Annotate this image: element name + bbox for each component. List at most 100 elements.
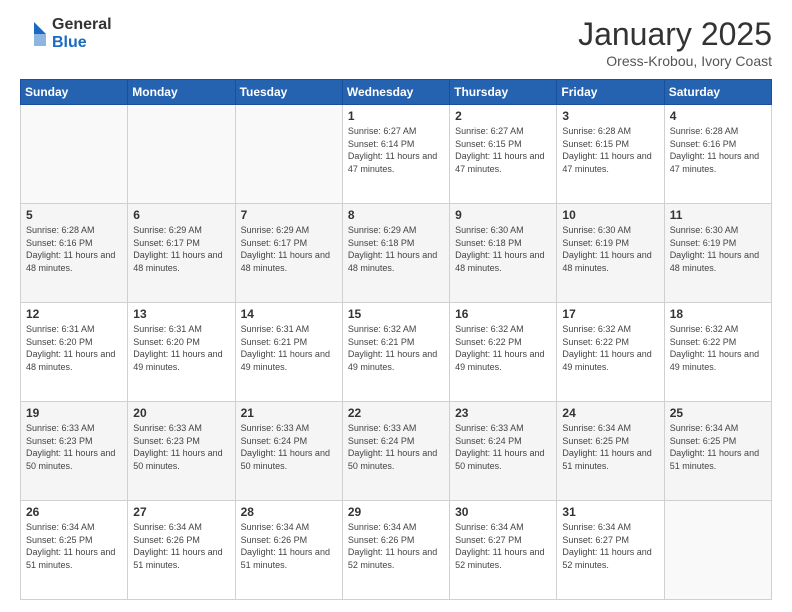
week-row-3: 12Sunrise: 6:31 AM Sunset: 6:20 PM Dayli… [21, 303, 772, 402]
calendar-cell: 13 Sunrise: 6:31 AM Sunset: 6:20 PM Dayli… [128, 303, 235, 402]
calendar-cell: 12Sunrise: 6:31 AM Sunset: 6:20 PM Dayli… [21, 303, 128, 402]
header-friday: Friday [557, 80, 664, 105]
calendar-cell: 11 Sunrise: 6:30 AM Sunset: 6:19 PM Dayli… [664, 204, 771, 303]
day-number: 15 [348, 307, 444, 321]
title-block: January 2025 Oress-Krobou, Ivory Coast [578, 16, 772, 69]
day-number: 17 [562, 307, 658, 321]
day-info: Sunrise: 6:34 AM Sunset: 6:26 PM Dayligh… [133, 521, 229, 571]
day-info: Sunrise: 6:27 AM Sunset: 6:14 PM Dayligh… [348, 125, 444, 175]
week-row-5: 26 Sunrise: 6:34 AM Sunset: 6:25 PM Dayli… [21, 501, 772, 600]
day-number: 25 [670, 406, 766, 420]
day-number: 8 [348, 208, 444, 222]
header-saturday: Saturday [664, 80, 771, 105]
calendar-cell [235, 105, 342, 204]
day-info: Sunrise: 6:29 AM Sunset: 6:17 PM Dayligh… [133, 224, 229, 274]
page: General Blue January 2025 Oress-Krobou, … [0, 0, 792, 612]
day-number: 30 [455, 505, 551, 519]
day-number: 23 [455, 406, 551, 420]
day-number: 20 [133, 406, 229, 420]
calendar-cell: 30 Sunrise: 6:34 AM Sunset: 6:27 PM Dayli… [450, 501, 557, 600]
day-info: Sunrise: 6:32 AM Sunset: 6:22 PM Dayligh… [562, 323, 658, 373]
calendar-cell: 1Sunrise: 6:27 AM Sunset: 6:14 PM Daylig… [342, 105, 449, 204]
day-info: Sunrise: 6:34 AM Sunset: 6:25 PM Dayligh… [670, 422, 766, 472]
calendar-cell: 24 Sunrise: 6:34 AM Sunset: 6:25 PM Dayli… [557, 402, 664, 501]
day-number: 29 [348, 505, 444, 519]
week-row-4: 19 Sunrise: 6:33 AM Sunset: 6:23 PM Dayli… [21, 402, 772, 501]
days-header-row: Sunday Monday Tuesday Wednesday Thursday… [21, 80, 772, 105]
calendar-cell: 31 Sunrise: 6:34 AM Sunset: 6:27 PM Dayli… [557, 501, 664, 600]
day-info: Sunrise: 6:33 AM Sunset: 6:23 PM Dayligh… [26, 422, 122, 472]
logo: General Blue [20, 16, 112, 51]
header: General Blue January 2025 Oress-Krobou, … [20, 16, 772, 69]
calendar-cell: 18 Sunrise: 6:32 AM Sunset: 6:22 PM Dayli… [664, 303, 771, 402]
day-info: Sunrise: 6:34 AM Sunset: 6:25 PM Dayligh… [562, 422, 658, 472]
day-number: 27 [133, 505, 229, 519]
day-info: Sunrise: 6:34 AM Sunset: 6:26 PM Dayligh… [241, 521, 337, 571]
day-number: 7 [241, 208, 337, 222]
calendar-cell: 22 Sunrise: 6:33 AM Sunset: 6:24 PM Dayli… [342, 402, 449, 501]
day-number: 3 [562, 109, 658, 123]
calendar-cell: 3 Sunrise: 6:28 AM Sunset: 6:15 PM Daylig… [557, 105, 664, 204]
header-wednesday: Wednesday [342, 80, 449, 105]
day-number: 10 [562, 208, 658, 222]
day-info: Sunrise: 6:32 AM Sunset: 6:22 PM Dayligh… [670, 323, 766, 373]
day-info: Sunrise: 6:32 AM Sunset: 6:21 PM Dayligh… [348, 323, 444, 373]
day-info: Sunrise: 6:34 AM Sunset: 6:27 PM Dayligh… [455, 521, 551, 571]
logo-blue-label: Blue [52, 34, 112, 52]
day-info: Sunrise: 6:31 AM Sunset: 6:20 PM Dayligh… [26, 323, 122, 373]
calendar-cell: 9 Sunrise: 6:30 AM Sunset: 6:18 PM Daylig… [450, 204, 557, 303]
header-sunday: Sunday [21, 80, 128, 105]
day-info: Sunrise: 6:31 AM Sunset: 6:21 PM Dayligh… [241, 323, 337, 373]
day-info: Sunrise: 6:30 AM Sunset: 6:19 PM Dayligh… [670, 224, 766, 274]
calendar-cell: 21 Sunrise: 6:33 AM Sunset: 6:24 PM Dayli… [235, 402, 342, 501]
calendar-cell [128, 105, 235, 204]
day-number: 19 [26, 406, 122, 420]
day-number: 2 [455, 109, 551, 123]
day-number: 26 [26, 505, 122, 519]
day-info: Sunrise: 6:28 AM Sunset: 6:16 PM Dayligh… [670, 125, 766, 175]
day-info: Sunrise: 6:33 AM Sunset: 6:24 PM Dayligh… [348, 422, 444, 472]
day-number: 28 [241, 505, 337, 519]
day-number: 31 [562, 505, 658, 519]
header-tuesday: Tuesday [235, 80, 342, 105]
week-row-2: 5 Sunrise: 6:28 AM Sunset: 6:16 PM Daylig… [21, 204, 772, 303]
calendar-cell: 26 Sunrise: 6:34 AM Sunset: 6:25 PM Dayli… [21, 501, 128, 600]
calendar-cell: 7Sunrise: 6:29 AM Sunset: 6:17 PM Daylig… [235, 204, 342, 303]
calendar-cell: 8Sunrise: 6:29 AM Sunset: 6:18 PM Daylig… [342, 204, 449, 303]
day-info: Sunrise: 6:30 AM Sunset: 6:19 PM Dayligh… [562, 224, 658, 274]
header-thursday: Thursday [450, 80, 557, 105]
day-number: 22 [348, 406, 444, 420]
calendar-cell: 19 Sunrise: 6:33 AM Sunset: 6:23 PM Dayli… [21, 402, 128, 501]
day-info: Sunrise: 6:30 AM Sunset: 6:18 PM Dayligh… [455, 224, 551, 274]
day-number: 9 [455, 208, 551, 222]
day-info: Sunrise: 6:28 AM Sunset: 6:16 PM Dayligh… [26, 224, 122, 274]
day-info: Sunrise: 6:33 AM Sunset: 6:24 PM Dayligh… [241, 422, 337, 472]
calendar-cell: 14Sunrise: 6:31 AM Sunset: 6:21 PM Dayli… [235, 303, 342, 402]
day-number: 24 [562, 406, 658, 420]
day-info: Sunrise: 6:34 AM Sunset: 6:27 PM Dayligh… [562, 521, 658, 571]
week-row-1: 1Sunrise: 6:27 AM Sunset: 6:14 PM Daylig… [21, 105, 772, 204]
day-number: 11 [670, 208, 766, 222]
day-number: 4 [670, 109, 766, 123]
calendar-cell: 27 Sunrise: 6:34 AM Sunset: 6:26 PM Dayli… [128, 501, 235, 600]
logo-text: General Blue [52, 16, 112, 51]
day-number: 16 [455, 307, 551, 321]
calendar-cell: 6 Sunrise: 6:29 AM Sunset: 6:17 PM Daylig… [128, 204, 235, 303]
calendar-cell: 16Sunrise: 6:32 AM Sunset: 6:22 PM Dayli… [450, 303, 557, 402]
generalblue-logo-icon [20, 20, 48, 48]
day-info: Sunrise: 6:28 AM Sunset: 6:15 PM Dayligh… [562, 125, 658, 175]
calendar-cell: 17 Sunrise: 6:32 AM Sunset: 6:22 PM Dayli… [557, 303, 664, 402]
day-number: 6 [133, 208, 229, 222]
day-number: 13 [133, 307, 229, 321]
day-info: Sunrise: 6:34 AM Sunset: 6:25 PM Dayligh… [26, 521, 122, 571]
calendar-cell: 4 Sunrise: 6:28 AM Sunset: 6:16 PM Daylig… [664, 105, 771, 204]
day-info: Sunrise: 6:31 AM Sunset: 6:20 PM Dayligh… [133, 323, 229, 373]
day-number: 21 [241, 406, 337, 420]
calendar-cell: 29 Sunrise: 6:34 AM Sunset: 6:26 PM Dayli… [342, 501, 449, 600]
calendar-cell: 15 Sunrise: 6:32 AM Sunset: 6:21 PM Dayli… [342, 303, 449, 402]
day-number: 18 [670, 307, 766, 321]
calendar-cell: 25 Sunrise: 6:34 AM Sunset: 6:25 PM Dayli… [664, 402, 771, 501]
calendar-cell: 20Sunrise: 6:33 AM Sunset: 6:23 PM Dayli… [128, 402, 235, 501]
day-number: 5 [26, 208, 122, 222]
day-info: Sunrise: 6:34 AM Sunset: 6:26 PM Dayligh… [348, 521, 444, 571]
